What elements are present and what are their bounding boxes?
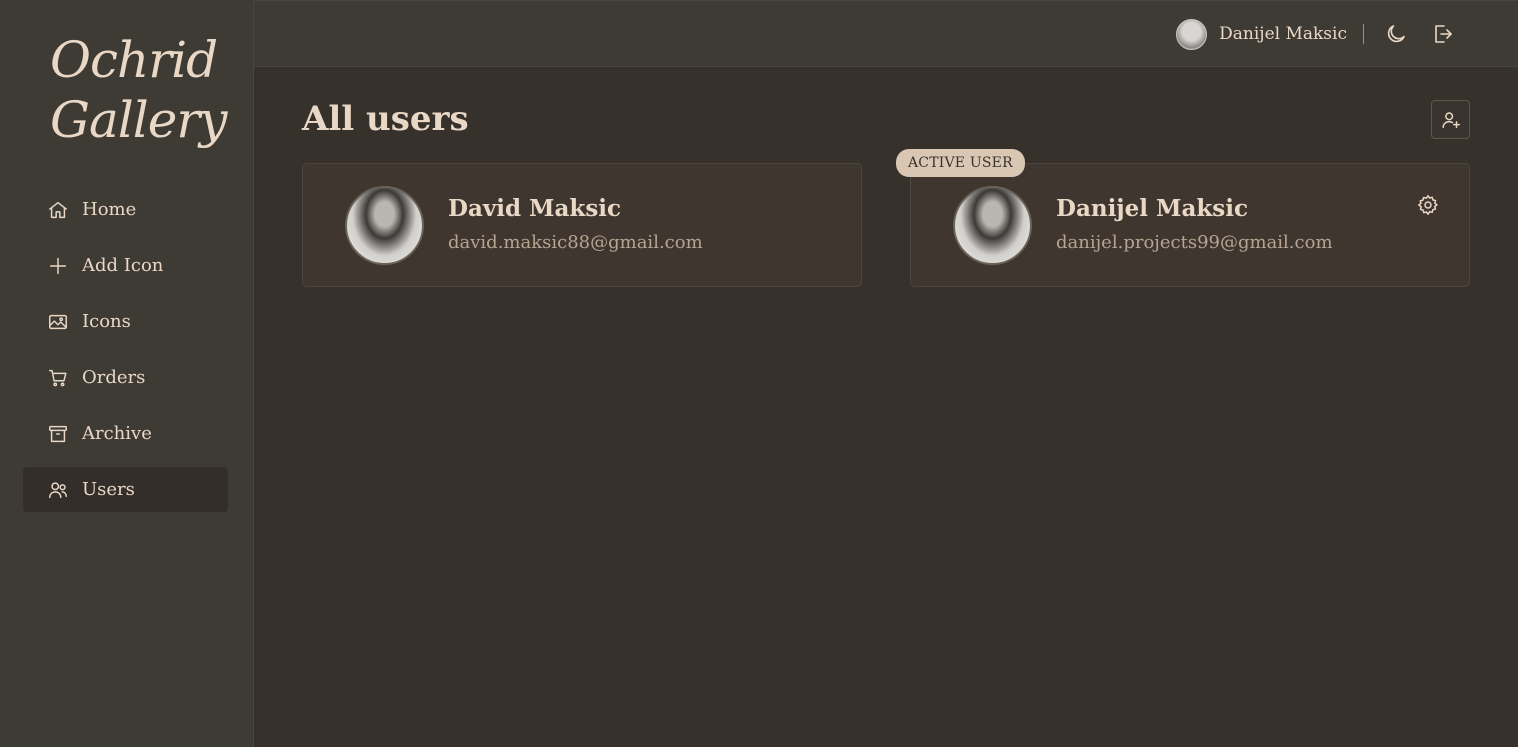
- add-user-button[interactable]: [1431, 100, 1470, 139]
- app-logo[interactable]: Ochrid Gallery: [50, 30, 227, 150]
- user-plus-icon: [1440, 109, 1462, 131]
- user-name: Danijel Maksic: [1056, 195, 1248, 222]
- sidebar-item-label: Orders: [82, 367, 146, 388]
- archive-icon: [47, 423, 69, 445]
- avatar: [345, 186, 424, 265]
- status-badge: ACTIVE USER: [896, 149, 1025, 177]
- current-user-name[interactable]: Danijel Maksic: [1219, 24, 1347, 44]
- user-card[interactable]: David Maksic david.maksic88@gmail.com: [302, 163, 862, 287]
- sidebar-item-home[interactable]: Home: [23, 187, 228, 232]
- image-icon: [47, 311, 69, 333]
- sidebar-item-users[interactable]: Users: [23, 467, 228, 512]
- sidebar-item-orders[interactable]: Orders: [23, 355, 228, 400]
- sidebar-item-icons[interactable]: Icons: [23, 299, 228, 344]
- divider: [1363, 24, 1364, 44]
- user-menu: Danijel Maksic: [1176, 18, 1454, 50]
- sidebar-item-archive[interactable]: Archive: [23, 411, 228, 456]
- sidebar: Ochrid Gallery Home Add Icon Icons Order…: [0, 0, 254, 747]
- avatar[interactable]: [1176, 18, 1208, 50]
- logout-icon[interactable]: [1430, 22, 1454, 46]
- sidebar-item-add-icon[interactable]: Add Icon: [23, 243, 228, 288]
- sidebar-item-label: Archive: [82, 423, 152, 444]
- top-bar: Danijel Maksic: [254, 0, 1518, 67]
- sidebar-item-label: Add Icon: [82, 255, 164, 276]
- gear-icon[interactable]: [1416, 193, 1440, 217]
- user-email: danijel.projects99@gmail.com: [1056, 232, 1333, 253]
- moon-icon[interactable]: [1384, 22, 1408, 46]
- avatar: [953, 186, 1032, 265]
- home-icon: [47, 199, 69, 221]
- sidebar-item-label: Icons: [82, 311, 131, 332]
- plus-icon: [47, 255, 69, 277]
- user-name: David Maksic: [448, 195, 622, 222]
- sidebar-nav: Home Add Icon Icons Orders Archive Users: [23, 187, 228, 523]
- cart-icon: [47, 367, 69, 389]
- page-title: All users: [302, 99, 469, 139]
- users-icon: [47, 479, 69, 501]
- user-email: david.maksic88@gmail.com: [448, 232, 703, 253]
- sidebar-item-label: Home: [82, 199, 137, 220]
- user-card-active[interactable]: Danijel Maksic danijel.projects99@gmail.…: [910, 163, 1470, 287]
- sidebar-item-label: Users: [82, 479, 135, 500]
